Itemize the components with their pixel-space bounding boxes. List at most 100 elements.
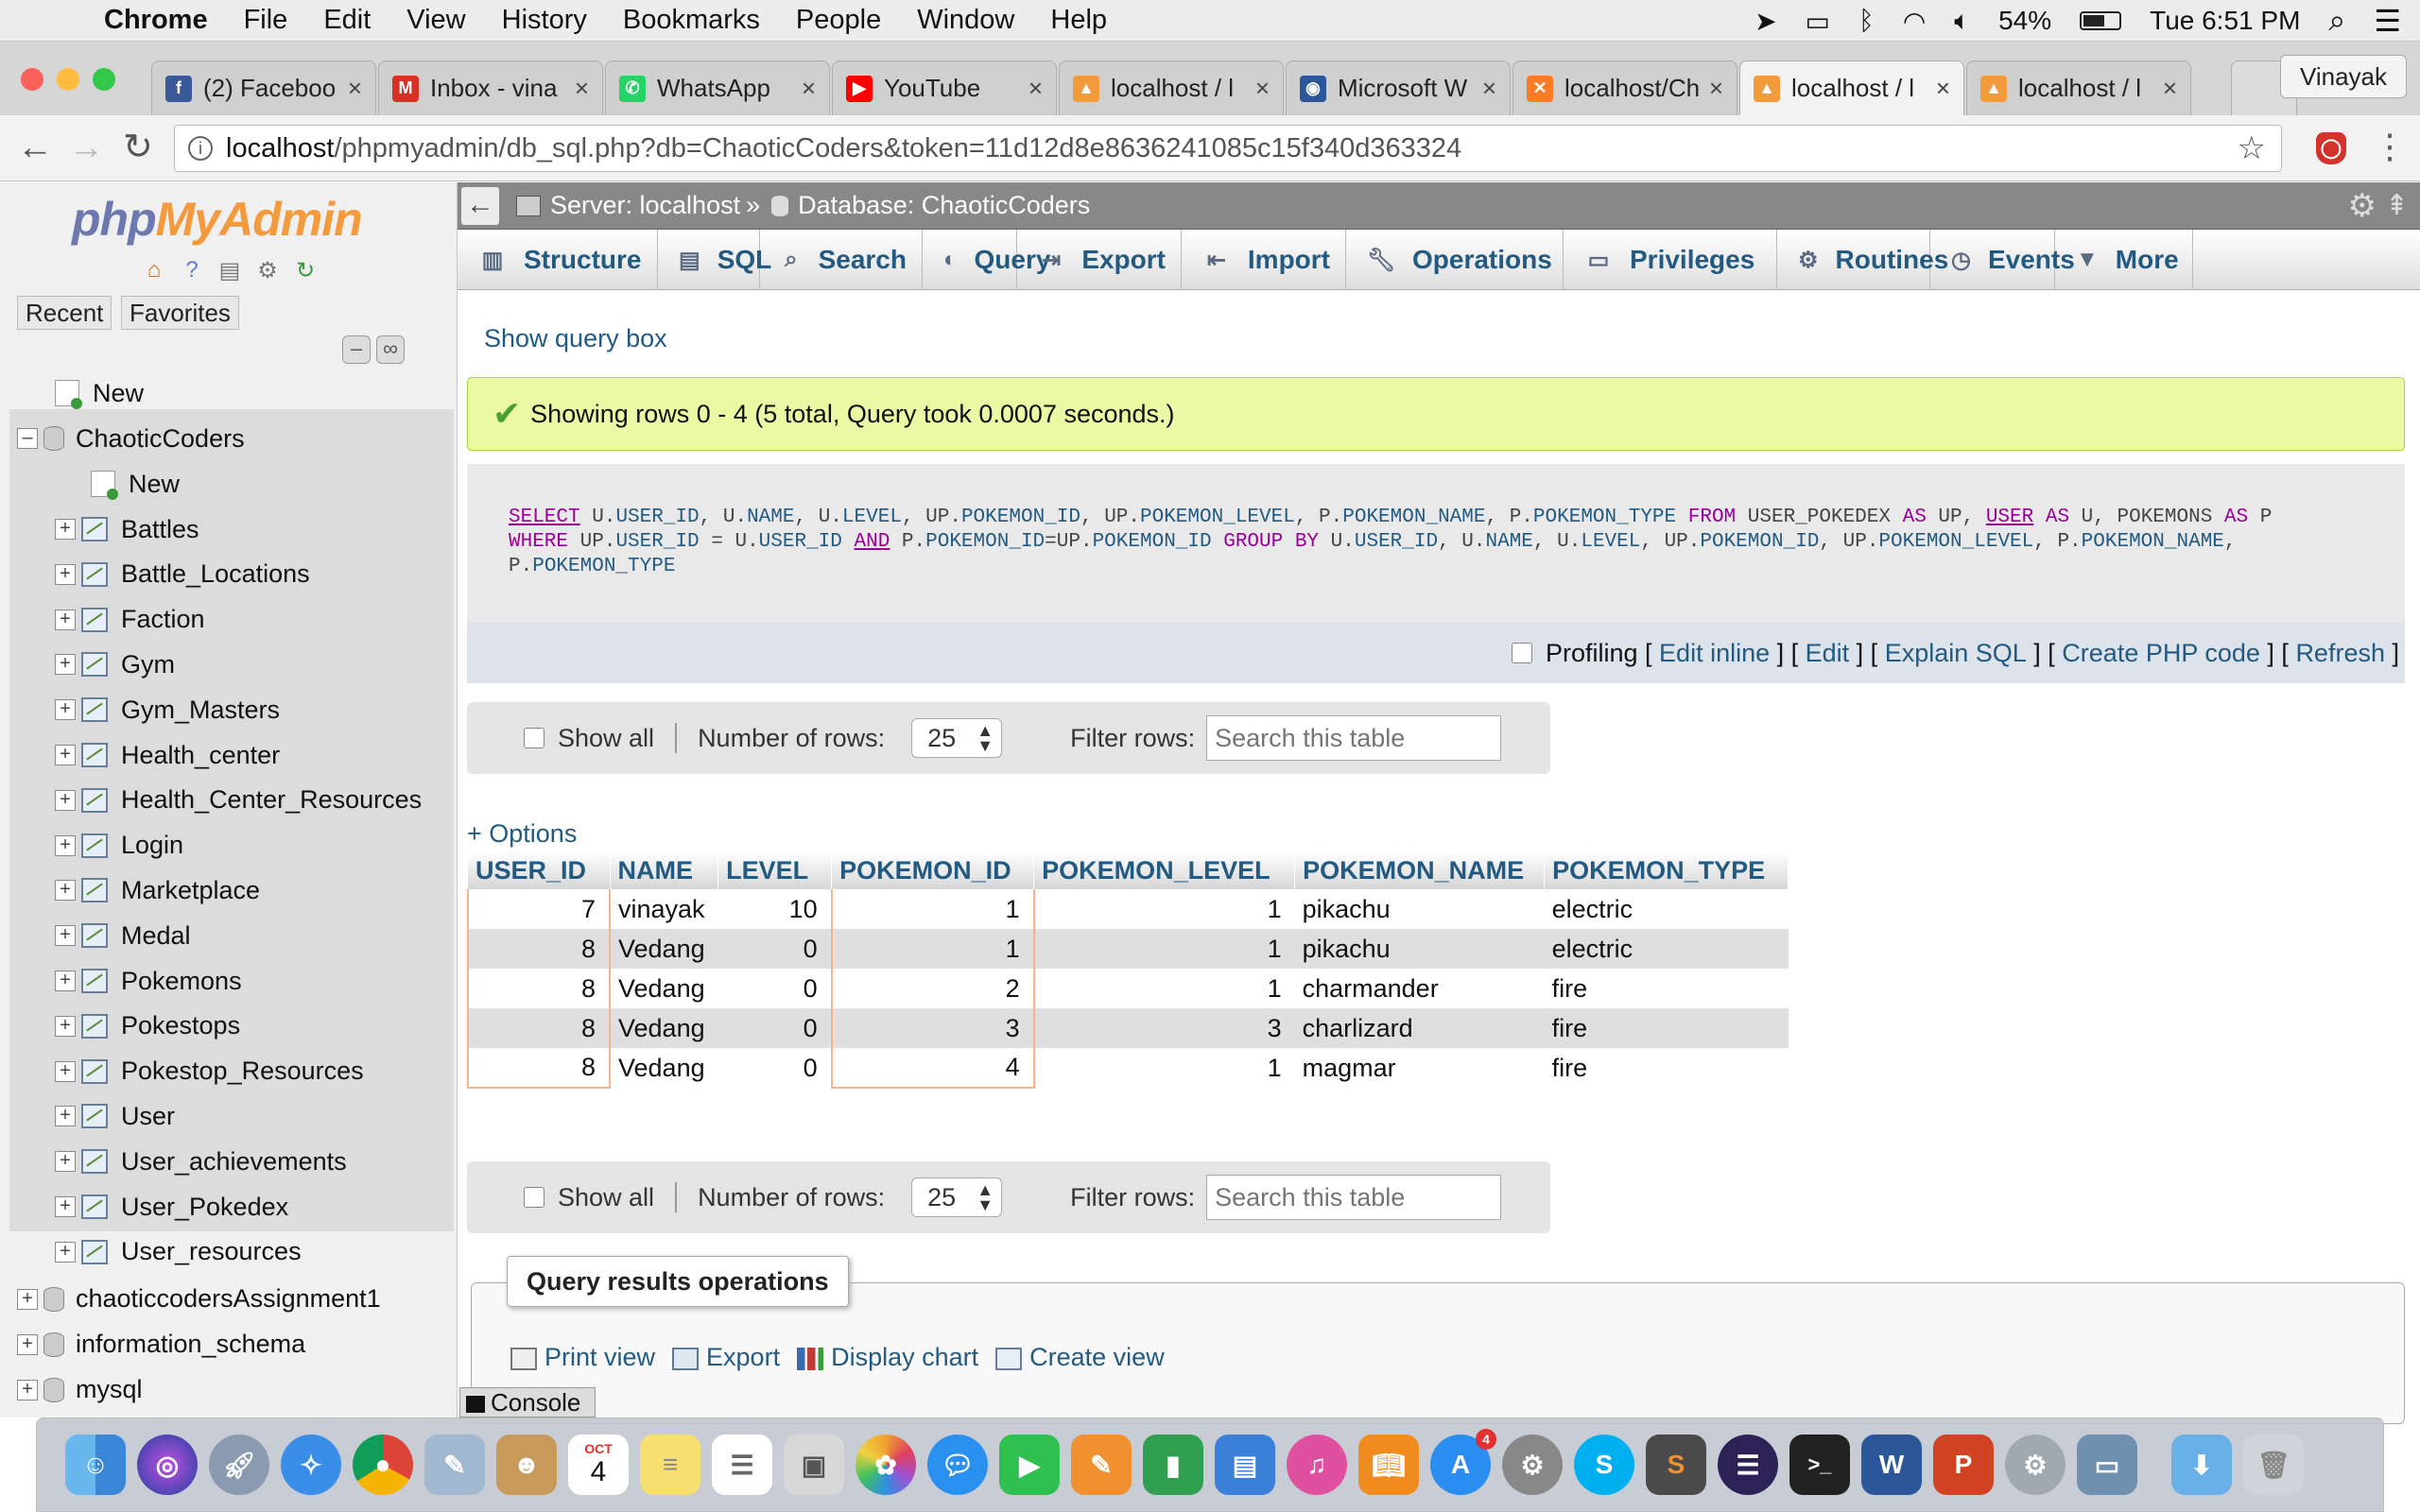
menu-history[interactable]: History (502, 5, 587, 36)
volume-icon[interactable]: 🔈︎ (1954, 6, 1970, 37)
spotlight-icon[interactable]: ⌕ (2328, 3, 2345, 39)
tree-item-db-new[interactable]: New (64, 462, 180, 506)
table-cell[interactable]: 10 (717, 889, 832, 929)
close-tab-icon[interactable]: × (1028, 74, 1043, 103)
collapse-topbar-icon[interactable]: ⇞ (2385, 189, 2409, 222)
notification-center-icon[interactable]: ☰ (2374, 3, 2401, 39)
table-row[interactable]: 7 vinayak 10 1 1 pikachu electric (467, 889, 1789, 929)
tree-item-table[interactable]: + Faction (55, 598, 205, 642)
menu-file[interactable]: File (244, 5, 288, 36)
messages-icon[interactable]: 💬︎ (927, 1435, 988, 1495)
options-link[interactable]: + Options (467, 819, 577, 849)
show-query-box-link[interactable]: Show query box (484, 324, 667, 353)
tab-export[interactable]: ⇥ Export (1017, 230, 1182, 290)
menu-window[interactable]: Window (917, 5, 1014, 36)
tree-item-table[interactable]: + Marketplace (55, 868, 260, 912)
browser-tab[interactable]: ◉ Microsoft W × (1286, 60, 1511, 115)
show-all-checkbox[interactable] (524, 1187, 544, 1208)
profile-button[interactable]: Vinayak (2279, 55, 2407, 98)
tree-item-table[interactable]: + Health_Center_Resources (55, 779, 422, 822)
skype-icon[interactable]: S (1574, 1435, 1634, 1495)
menu-help[interactable]: Help (1050, 5, 1107, 36)
table-cell[interactable]: 0 (717, 1008, 832, 1048)
export-results-link[interactable]: Export (672, 1343, 780, 1372)
close-tab-icon[interactable]: × (1709, 74, 1723, 103)
table-cell[interactable]: electric (1544, 889, 1789, 929)
close-tab-icon[interactable]: × (1255, 74, 1270, 103)
chrome-icon[interactable]: ● (353, 1435, 413, 1495)
expand-icon[interactable]: + (55, 971, 76, 991)
notes-icon[interactable]: ≡ (640, 1435, 700, 1495)
column-header[interactable]: POKEMON_TYPE (1544, 851, 1789, 889)
explain-sql-link[interactable]: Explain SQL (1885, 639, 2027, 668)
collapse-all-icon[interactable]: – (342, 335, 371, 364)
page-settings-icon[interactable]: ⚙ (2348, 187, 2377, 225)
tree-item-table[interactable]: + User_resources (55, 1230, 302, 1274)
expand-icon[interactable]: + (55, 609, 76, 630)
tree-item-table[interactable]: + Battle_Locations (55, 553, 310, 596)
pages-icon[interactable]: ✎ (1071, 1435, 1132, 1495)
close-window-button[interactable] (21, 68, 43, 91)
table-cell[interactable]: 8 (467, 929, 611, 969)
reload-nav-icon[interactable]: ↻ (291, 256, 320, 284)
tree-item-table[interactable]: + Pokestop_Resources (55, 1050, 364, 1093)
column-header[interactable]: NAME (610, 851, 719, 889)
keynote-icon[interactable]: ▤ (1215, 1435, 1275, 1495)
settings-icon[interactable]: ⚙ (253, 256, 282, 284)
close-tab-icon[interactable]: × (802, 74, 816, 103)
info-icon[interactable]: i (188, 136, 213, 161)
table-cell[interactable]: fire (1544, 1048, 1789, 1088)
table-row[interactable]: 8 Vedang 0 3 3 charlizard fire (467, 1008, 1789, 1048)
back-button[interactable]: ← (17, 129, 53, 166)
nav-toggle-arrow-icon[interactable]: ← (461, 186, 499, 225)
column-header[interactable]: USER_ID (468, 851, 611, 889)
show-all-checkbox[interactable] (524, 728, 544, 748)
forward-button[interactable]: → (68, 129, 104, 166)
close-tab-icon[interactable]: × (2163, 74, 2177, 103)
finder-icon[interactable]: ☺ (65, 1435, 126, 1495)
downloads-folder-icon[interactable]: ⬇ (2171, 1435, 2232, 1495)
table-cell[interactable]: 3 (830, 1008, 1035, 1048)
table-cell[interactable]: 4 (830, 1048, 1035, 1089)
tab-import[interactable]: ⇤ Import (1182, 230, 1346, 290)
table-cell[interactable]: 0 (717, 1048, 832, 1088)
trash-icon[interactable]: 🗑︎ (2243, 1435, 2304, 1495)
image-capture-icon[interactable]: ▭ (2077, 1435, 2137, 1495)
tree-item-database[interactable]: + mysql (17, 1368, 143, 1412)
terminal-icon[interactable]: >_ (1789, 1435, 1850, 1495)
console-toggle[interactable]: Console (459, 1387, 596, 1418)
expand-icon[interactable]: + (55, 1151, 76, 1173)
table-cell[interactable]: 0 (717, 969, 832, 1008)
expand-icon[interactable]: + (55, 880, 76, 902)
edit-inline-link[interactable]: Edit inline (1659, 639, 1770, 668)
app-store-icon[interactable]: A4 (1430, 1429, 1496, 1495)
menu-view[interactable]: View (406, 5, 465, 36)
help-icon[interactable]: ? (178, 256, 206, 284)
close-tab-icon[interactable]: × (348, 74, 362, 103)
extension-icon[interactable]: ◯ (2316, 132, 2346, 164)
docs-icon[interactable]: ▤ (216, 256, 244, 284)
table-cell[interactable]: Vedang (610, 1008, 718, 1048)
chrome-menu-icon[interactable]: ⋮ (2373, 127, 2407, 166)
powerpoint-icon[interactable]: P (1933, 1435, 1994, 1495)
number-of-rows-select[interactable]: 25 ▲ ▼ (911, 1177, 1003, 1217)
preview-icon[interactable]: ✎ (424, 1435, 485, 1495)
address-bar[interactable]: i localhost /phpmyadmin/db_sql.php?db=Ch… (174, 125, 2282, 172)
breadcrumb-server[interactable]: Server: localhost (550, 191, 740, 220)
menu-edit[interactable]: Edit (323, 5, 371, 36)
close-tab-icon[interactable]: × (1936, 74, 1950, 103)
column-header[interactable]: POKEMON_ID (831, 851, 1035, 889)
expand-icon[interactable]: + (55, 654, 76, 676)
expand-icon[interactable]: + (55, 1060, 76, 1082)
column-header[interactable]: POKEMON_LEVEL (1033, 851, 1296, 889)
siri-icon[interactable]: ◎ (137, 1435, 198, 1495)
menu-bookmarks[interactable]: Bookmarks (623, 5, 760, 36)
table-cell[interactable]: 1 (1033, 1048, 1295, 1088)
battery-percent[interactable]: 54% (1998, 6, 2051, 36)
tree-item-table[interactable]: + Gym (55, 643, 175, 686)
browser-tab[interactable]: ▲ localhost / l × (1966, 60, 2191, 115)
tree-item-database[interactable]: + information_schema (17, 1323, 305, 1366)
facetime-icon[interactable]: ▶ (999, 1435, 1060, 1495)
browser-tab[interactable]: ✕ localhost/Ch × (1512, 60, 1737, 115)
tree-item-table[interactable]: + Gym_Masters (55, 688, 280, 731)
